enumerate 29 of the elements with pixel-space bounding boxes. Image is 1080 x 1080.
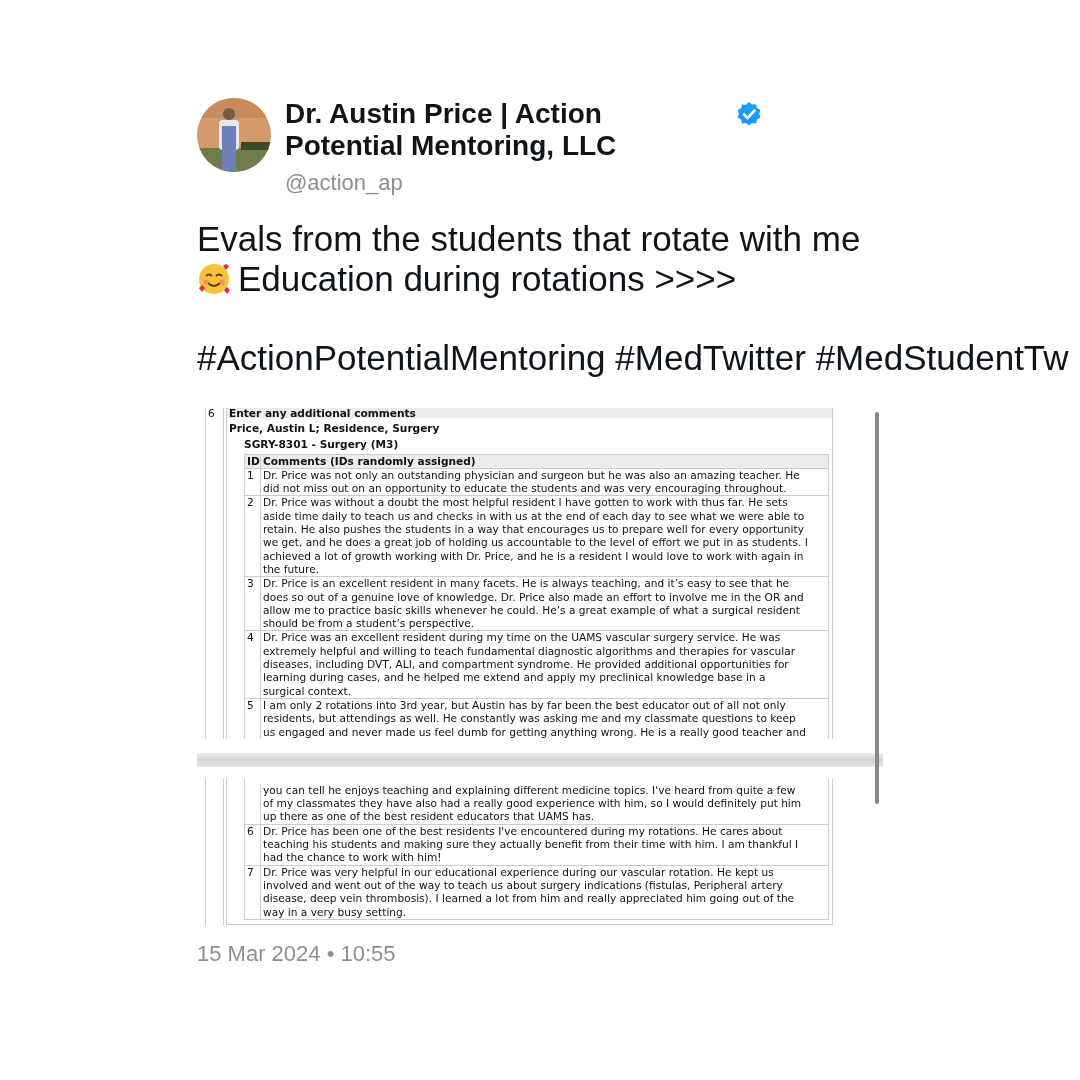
column-header: Comments (IDs randomly assigned) — [262, 454, 476, 468]
table-cell-text: Dr. Price was very helpful in our educational experience during our vascular rotation. He kept us involved and went out of the way to teach us about surgery indications (fistulas, Peripheral artery disease, deep vein thrombosis). I learned a lot from him and really appreciated him going out of the way in a very busy setting. — [262, 865, 795, 919]
table-cell-text: you can tell he enjoys teaching and explaining different medicine topics. I've heard from quite a few of my classmates they have also had a really good experience with him, so I would definitely put him up there as one of the best resident educators that UAMS has. — [262, 783, 802, 824]
column-header: ID — [245, 454, 261, 468]
course-heading: SGRY-8301 - Surgery (M3) — [243, 438, 400, 453]
table-cell: 6 — [245, 824, 261, 865]
table-cell: 5 — [245, 698, 261, 739]
table-cell: 2 — [245, 496, 261, 577]
section-title: Enter any additional comments — [227, 408, 832, 418]
smiling-face-icon — [197, 262, 231, 296]
table-cell-text: Dr. Price is an excellent resident in many facets. He is always teaching, and it’s easy to see that he does so out of a genuine love of knowledge. Dr. Price also made an effort to involve me in the OR and allow me to practice basic skills whenever he could. He’s a great example of what a surgical resident should be from a student’s perspective. — [262, 577, 804, 631]
table-cell: 3 — [245, 577, 261, 631]
timestamp: 15 Mar 2024 • 10:55 — [197, 940, 397, 967]
tweet-text: Evals from the students that rotate with me — [197, 219, 862, 259]
table-cell-text: I am only 2 rotations into 3rd year, but Austin has by far been the best educator out of all not only residents, but attendings as well. He constantly was asking me and my classmate questions to keep us engaged and never made us feel dumb for getting anything wrong. He is a really good teacher and — [262, 698, 806, 739]
table-cell-text: Dr. Price was an excellent resident during my time on the UAMS vascular surgery service. He was extremely helpful and willing to teach fundamental diagnostic algorithms and therapies for vascular diseases, including DVT, ALI, and compartment syndrome. He provided additional opportunities for learning during cases, and he helped me extend and apply my preclinical knowledge base in a surgical context. — [262, 631, 795, 698]
table-cell-text: Dr. Price was without a doubt the most helpful resident I have gotten to work with thus far. He sets aside time daily to teach us and checks in with us at the end of each day to see what we were able to retain. He also pushes the students in a way that encourages us to prepare well for every opportunity we get, and he does a great job of holding us accountable to the level of effort we put in as students. I achieved a lot of growth working with Dr. Price, and he is a resident I would love to work with again in the future. — [262, 496, 808, 577]
table-cell-text: Dr. Price was not only an outstanding physician and surgeon but he was also an amazing teacher. He did not miss out on an opportunity to educate the students and was very encouraging throughout. — [262, 468, 800, 496]
table-cell: 1 — [245, 468, 261, 496]
tweet-text: Education during rotations >>>> — [238, 259, 737, 299]
author-name: Dr. Austin Price | Action Potential Mentoring, LLC — [285, 98, 617, 162]
split-bar[interactable] — [197, 752, 883, 767]
table-cell: 4 — [245, 631, 261, 698]
table-cell-text: Dr. Price has been one of the best residents I've encountered during my rotations. He cares about teaching his students and making sure they actually benefit from their time with him. I am thankful I had the chance to work with him! — [262, 824, 799, 865]
scrollbar[interactable] — [875, 412, 879, 804]
table-cell: 7 — [245, 865, 261, 919]
section-number: 6 — [207, 408, 216, 418]
hashtag-link[interactable]: #ActionPotentialMentoring #MedTwitter #MedStudentTw — [197, 338, 1080, 378]
person-heading: Price, Austin L; Residence, Surgery — [228, 421, 441, 436]
